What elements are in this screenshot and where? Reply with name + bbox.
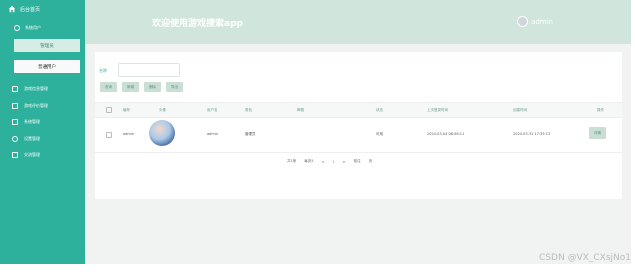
nav-group-users[interactable]: 系统用户 bbox=[0, 20, 85, 35]
edit-icon bbox=[12, 119, 18, 126]
chat-icon bbox=[12, 152, 18, 159]
col-id[interactable]: 编号 bbox=[123, 108, 130, 113]
cell-id: admin bbox=[123, 132, 134, 136]
delete-button[interactable]: 删除 bbox=[144, 82, 161, 92]
nav-item-label: 系统管理 bbox=[24, 119, 40, 125]
search-input[interactable] bbox=[118, 63, 180, 77]
nav-item-label: 游戏评价管理 bbox=[24, 102, 48, 108]
cell-status: 可用 bbox=[376, 132, 383, 136]
avatar bbox=[517, 16, 529, 27]
nav-sub-admin[interactable]: 管理员 bbox=[14, 39, 80, 52]
col-created[interactable]: 创建时间 bbox=[513, 108, 527, 113]
col-avatar: 头像 bbox=[159, 108, 166, 112]
query-button[interactable]: 查询 bbox=[100, 82, 117, 92]
brand-label: 后台首页 bbox=[20, 6, 41, 13]
home-icon bbox=[8, 5, 16, 13]
toolbar: 查询 新增 删除 导出 bbox=[100, 82, 183, 92]
list-icon bbox=[12, 102, 18, 109]
hand-cursor-icon: ☝ bbox=[44, 63, 49, 71]
sidebar: 后台首页 系统用户 管理员 普通用户 ☝ 游戏信息管理 游戏评价管理 系统管理 … bbox=[0, 0, 85, 264]
nav-item-communication[interactable]: 交流管理 bbox=[0, 147, 85, 164]
cell-role: 管理员 bbox=[245, 132, 256, 136]
cell-created: 2024-03-31 17:35:13 bbox=[513, 132, 551, 136]
col-email[interactable]: 邮箱 bbox=[297, 108, 304, 113]
nav-item-game-review[interactable]: 游戏评价管理 bbox=[0, 98, 85, 115]
nav-menu: 游戏信息管理 游戏评价管理 系统管理 设置管理 交流管理 bbox=[0, 81, 85, 164]
pagination: 共1条 每页5 < 1 > 前往 页 bbox=[287, 159, 372, 164]
watermark: CSDN @VX_CXsjNo1 bbox=[539, 253, 631, 263]
page-title: 欢迎使用游戏搜索app bbox=[152, 19, 243, 29]
top-header: 欢迎使用游戏搜索app admin bbox=[85, 0, 631, 44]
pager-total: 共1条 bbox=[287, 159, 297, 163]
nav-item-game-info[interactable]: 游戏信息管理 bbox=[0, 81, 85, 98]
pager-page-unit: 页 bbox=[368, 159, 373, 163]
row-checkbox[interactable] bbox=[106, 132, 112, 138]
pager-prev[interactable]: < bbox=[321, 160, 324, 164]
pager-goto[interactable]: 前往 bbox=[354, 159, 361, 164]
col-role[interactable]: 角色 bbox=[245, 108, 252, 113]
nav-item-label: 游戏信息管理 bbox=[24, 86, 48, 92]
detail-button[interactable]: 详情 bbox=[589, 127, 606, 139]
pager-page[interactable]: 1 bbox=[332, 160, 334, 164]
col-username[interactable]: 用户名 bbox=[207, 108, 218, 113]
col-status[interactable]: 状态 bbox=[376, 108, 383, 113]
search-label: 名称 bbox=[99, 68, 107, 73]
nav-item-settings[interactable]: 设置管理 bbox=[0, 131, 85, 148]
user-avatar-image bbox=[149, 120, 175, 146]
username: admin bbox=[531, 17, 553, 26]
pager-per-page[interactable]: 每页5 bbox=[304, 159, 313, 164]
nav-item-system-users[interactable]: 系统用户 bbox=[0, 20, 85, 35]
nav-item-label: 交流管理 bbox=[24, 152, 40, 158]
nav-item-system-manage[interactable]: 系统管理 bbox=[0, 114, 85, 131]
pager-next[interactable]: > bbox=[343, 160, 346, 164]
add-button[interactable]: 新增 bbox=[122, 82, 139, 92]
gear-icon bbox=[12, 135, 18, 142]
nav-item-label: 系统用户 bbox=[25, 24, 41, 30]
nav-item-label: 设置管理 bbox=[24, 135, 40, 141]
select-all-checkbox[interactable] bbox=[106, 107, 112, 113]
brand[interactable]: 后台首页 bbox=[8, 5, 40, 13]
content-panel: 名称 查询 新增 删除 导出 编号 头像 用户名 角色 邮箱 状态 上次登录时间… bbox=[95, 52, 622, 199]
list-icon bbox=[12, 86, 18, 93]
table-row: admin admin 管理员 可用 2024-03-04 08:56:11 2… bbox=[95, 116, 622, 153]
export-button[interactable]: 导出 bbox=[166, 82, 183, 92]
user-menu[interactable]: admin bbox=[517, 16, 553, 27]
col-last-login[interactable]: 上次登录时间 bbox=[427, 108, 448, 113]
cell-username: admin bbox=[207, 132, 218, 136]
main-content: 名称 查询 新增 删除 导出 编号 头像 用户名 角色 邮箱 状态 上次登录时间… bbox=[85, 44, 631, 264]
users-icon bbox=[14, 24, 20, 31]
col-action: 操作 bbox=[597, 108, 604, 112]
cell-last-login: 2024-03-04 08:56:11 bbox=[427, 132, 465, 136]
